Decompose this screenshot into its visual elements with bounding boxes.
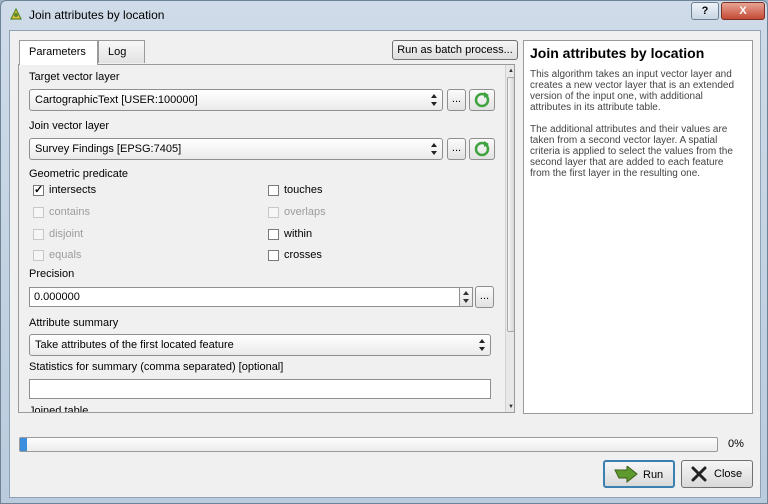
label-overlaps: overlaps (284, 206, 326, 218)
dialog-body: Parameters Log Run as batch process... T… (9, 30, 761, 498)
target-layer-label: Target vector layer (29, 71, 120, 83)
checkbox-overlaps (268, 207, 279, 218)
help-button[interactable]: ? (691, 2, 719, 20)
parameters-panel: Target vector layer CartographicText [US… (18, 64, 515, 413)
combo-arrows-icon (431, 143, 437, 155)
tab-parameters[interactable]: Parameters (19, 40, 98, 65)
join-layer-value: Survey Findings [EPSG:7405] (35, 143, 182, 155)
run-arrow-icon (614, 466, 638, 484)
label-contains: contains (49, 206, 90, 218)
help-title: Join attributes by location (530, 45, 705, 61)
checkbox-contains (33, 207, 44, 218)
close-button[interactable]: Close (681, 460, 753, 488)
qgis-logo-icon (10, 7, 22, 20)
iterate-icon (474, 141, 490, 157)
progress-percent: 0% (728, 438, 744, 450)
checkbox-crosses[interactable] (268, 250, 279, 261)
label-disjoint: disjoint (49, 228, 84, 240)
run-button[interactable]: Run (603, 460, 675, 488)
target-layer-iterate-button[interactable] (469, 89, 495, 111)
run-as-batch-button[interactable]: Run as batch process... (392, 40, 518, 60)
help-paragraph-1: This algorithm takes an input vector lay… (530, 69, 735, 113)
joined-table-label: Joined table (29, 405, 89, 413)
precision-spinner[interactable] (459, 287, 473, 307)
checkbox-disjoint (33, 229, 44, 240)
label-within: within (284, 228, 313, 240)
combo-arrows-icon (431, 94, 437, 106)
join-layer-combo[interactable]: Survey Findings [EPSG:7405] (29, 138, 443, 160)
label-equals: equals (49, 249, 82, 261)
parameters-scrollbar[interactable]: ▲ ▼ (505, 65, 514, 412)
join-layer-browse-button[interactable]: ... (447, 138, 466, 160)
help-paragraph-2: The additional attributes and their valu… (530, 124, 733, 179)
label-touches: touches (284, 184, 323, 196)
join-layer-iterate-button[interactable] (469, 138, 495, 160)
precision-browse-button[interactable]: ... (475, 286, 494, 308)
iterate-icon (474, 92, 490, 108)
target-layer-value: CartographicText [USER:100000] (35, 94, 198, 106)
combo-arrows-icon (479, 339, 485, 351)
title-bar: Join attributes by location ? X (1, 1, 767, 29)
window-close-button[interactable]: X (721, 2, 765, 20)
target-layer-combo[interactable]: CartographicText [USER:100000] (29, 89, 443, 111)
statistics-input[interactable] (29, 379, 491, 399)
progress-fill (20, 438, 27, 451)
checkbox-intersects[interactable]: ✓ (33, 184, 44, 196)
checkmark-icon: ✓ (34, 184, 44, 196)
attribute-summary-label: Attribute summary (29, 317, 119, 329)
dialog-window: Join attributes by location ? X Paramete… (0, 0, 768, 504)
run-button-label: Run (643, 469, 664, 481)
close-x-icon (691, 466, 707, 482)
label-intersects: intersects (49, 184, 97, 196)
close-button-label: Close (714, 468, 743, 480)
target-layer-browse-button[interactable]: ... (447, 89, 466, 111)
tab-log[interactable]: Log (98, 40, 145, 63)
label-crosses: crosses (284, 249, 322, 261)
statistics-label: Statistics for summary (comma separated)… (29, 361, 284, 373)
scroll-down-icon[interactable]: ▼ (507, 402, 514, 412)
predicate-label: Geometric predicate (29, 168, 129, 180)
scroll-up-icon[interactable]: ▲ (507, 66, 514, 76)
spin-arrows-icon (463, 291, 469, 303)
checkbox-within[interactable] (268, 229, 279, 240)
progress-bar (19, 437, 718, 452)
join-layer-label: Join vector layer (29, 120, 110, 132)
precision-label: Precision (29, 268, 75, 280)
checkbox-equals (33, 250, 44, 261)
help-panel: Join attributes by location This algorit… (523, 40, 753, 414)
attribute-summary-value: Take attributes of the first located fea… (35, 339, 234, 351)
checkbox-touches[interactable] (268, 185, 279, 196)
attribute-summary-combo[interactable]: Take attributes of the first located fea… (29, 334, 491, 356)
window-title: Join attributes by location (29, 8, 165, 22)
scrollbar-thumb[interactable] (507, 77, 514, 332)
precision-input[interactable]: 0.000000 (29, 287, 460, 307)
